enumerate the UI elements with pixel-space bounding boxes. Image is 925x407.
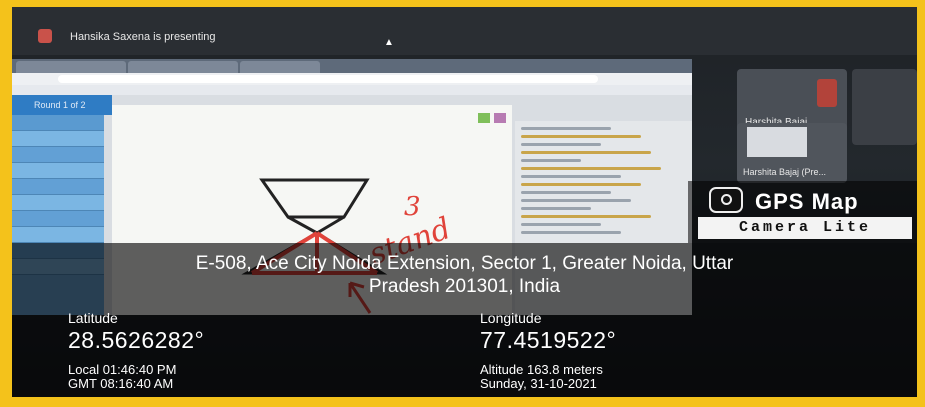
avatar — [817, 79, 837, 107]
browser-tab[interactable] — [128, 61, 238, 73]
address-bar — [12, 73, 692, 85]
latitude-value: 28.5626282° — [68, 327, 205, 353]
chat-line — [521, 199, 631, 202]
browser-tab-strip — [12, 59, 692, 73]
screen-photo: Hansika Saxena is presenting ▲ Round 1 o… — [12, 7, 917, 397]
funnel-neck-stroke — [287, 215, 345, 235]
address-line-2: Pradesh 201301, India — [368, 276, 561, 297]
funnel-top-stroke — [259, 178, 370, 219]
watermark-title: GPS Map — [755, 189, 859, 214]
date-text: Sunday, 31-10-2021 — [480, 376, 597, 391]
presenter-label: Hansika Saxena is presenting — [70, 31, 216, 43]
player-row — [12, 115, 104, 131]
handwritten-number: 3 — [404, 192, 421, 222]
url-input[interactable] — [58, 75, 598, 83]
chat-line — [521, 175, 621, 178]
browser-tab[interactable] — [240, 61, 320, 73]
chat-line — [521, 167, 661, 170]
mouse-cursor-icon: ▲ — [384, 37, 394, 48]
chat-line — [521, 151, 651, 154]
browser-tab[interactable] — [16, 61, 126, 73]
chat-line — [521, 135, 641, 138]
chat-line — [521, 159, 581, 162]
photo-frame: Hansika Saxena is presenting ▲ Round 1 o… — [0, 0, 925, 407]
longitude-value: 77.4519522° — [480, 327, 617, 353]
watermark-subtitle: Camera Lite — [698, 217, 912, 239]
player-row — [12, 147, 104, 163]
chat-line — [521, 231, 621, 234]
chat-line — [521, 223, 601, 226]
chat-line — [521, 183, 641, 186]
gmt-time: GMT 08:16:40 AM — [68, 376, 174, 391]
address-text: E-508, Ace City Noida Extension, Sector … — [12, 252, 917, 298]
participant-name: Harshita Bajaj (Pre... — [743, 167, 827, 177]
address-line-1: E-508, Ace City Noida Extension, Sector … — [195, 253, 734, 274]
latitude-label: Latitude — [68, 310, 118, 326]
player-row — [12, 163, 104, 179]
player-row — [12, 195, 104, 211]
screen-thumbnail — [747, 127, 807, 157]
meet-logo-icon — [38, 29, 52, 43]
thumbs-up-icon — [478, 113, 490, 123]
chat-line — [521, 143, 601, 146]
player-row — [12, 227, 104, 243]
chat-line — [521, 207, 591, 210]
player-row — [12, 131, 104, 147]
participant-tile[interactable]: Harshita Bajaj (Pre... — [737, 123, 847, 183]
chat-line — [521, 191, 611, 194]
thumbs-down-icon — [494, 113, 506, 123]
round-indicator: Round 1 of 2 — [12, 95, 112, 115]
chat-line — [521, 127, 611, 130]
longitude-label: Longitude — [480, 310, 542, 326]
camera-icon — [709, 187, 743, 213]
participant-tile[interactable] — [852, 69, 917, 145]
player-row — [12, 179, 104, 195]
bookmarks-bar — [12, 85, 692, 95]
player-row — [12, 211, 104, 227]
chat-line — [521, 215, 651, 218]
